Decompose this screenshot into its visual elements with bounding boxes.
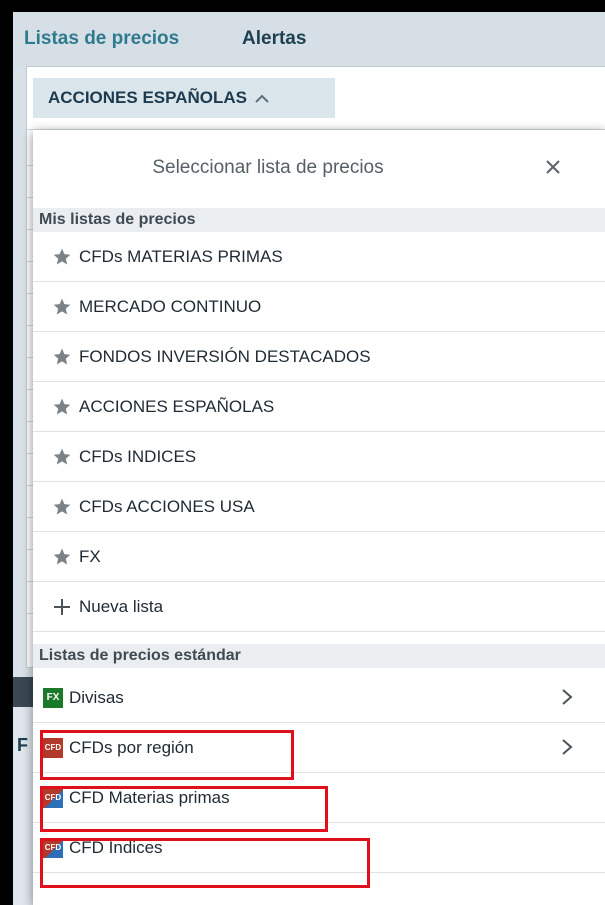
my-list-item[interactable]: ACCIONES ESPAÑOLAS — [33, 382, 605, 432]
my-list-item[interactable]: CFDs INDICES — [33, 432, 605, 482]
my-list-item[interactable]: CFDs ACCIONES USA — [33, 482, 605, 532]
price-list-selector[interactable]: ACCIONES ESPAÑOLAS — [33, 78, 335, 118]
cfd-commodities-icon: CFD — [43, 787, 63, 808]
my-list-label: FONDOS INVERSIÓN DESTACADOS — [79, 346, 371, 366]
standard-list-cfd-indices[interactable]: CFD CFD Índices — [33, 823, 605, 873]
my-list-label: CFDs ACCIONES USA — [79, 496, 255, 516]
popup-title: Seleccionar lista de precios — [152, 157, 384, 178]
standard-list-label: Divisas — [69, 687, 124, 707]
my-list-item[interactable]: FONDOS INVERSIÓN DESTACADOS — [33, 332, 605, 382]
select-price-list-popup: Seleccionar lista de precios Mis listas … — [33, 130, 605, 905]
standard-list-label: CFDs por región — [69, 737, 194, 757]
standard-list-cfd-commodities[interactable]: CFD CFD Materias primas — [33, 773, 605, 823]
close-icon — [546, 160, 560, 174]
selector-label: ACCIONES ESPAÑOLAS — [48, 88, 247, 107]
star-icon — [51, 296, 73, 318]
my-list-item[interactable]: MERCADO CONTINUO — [33, 282, 605, 332]
chevron-right-icon — [561, 688, 573, 711]
my-list-label: MERCADO CONTINUO — [79, 296, 262, 316]
popup-header: Seleccionar lista de precios — [33, 130, 605, 208]
standard-list-label: CFD Índices — [69, 837, 163, 857]
chevron-up-icon — [255, 90, 269, 106]
star-icon — [51, 346, 73, 368]
my-list-item[interactable]: CFDs MATERIAS PRIMAS — [33, 232, 605, 282]
tab-bar: Listas de precios Alertas — [13, 12, 605, 66]
star-icon — [51, 246, 73, 268]
close-button[interactable] — [538, 152, 568, 182]
tab-alerts[interactable]: Alertas — [242, 28, 306, 50]
star-icon — [51, 496, 73, 518]
chevron-right-icon — [561, 738, 573, 761]
standard-list-label: CFD Materias primas — [69, 787, 230, 807]
tab-price-lists[interactable]: Listas de precios — [24, 28, 179, 50]
plus-icon — [51, 596, 73, 618]
cfd-icon: CFD — [43, 737, 63, 758]
cfd-indices-icon: CFD — [43, 837, 63, 858]
my-list-label: CFDs INDICES — [79, 446, 197, 466]
my-list-item[interactable]: FX — [33, 532, 605, 582]
star-icon — [51, 546, 73, 568]
standard-list-divisas[interactable]: FX Divisas — [33, 673, 605, 723]
new-list-button[interactable]: Nueva lista — [33, 582, 605, 632]
my-lists-section-header: Mis listas de precios — [33, 208, 605, 232]
lower-panel-side: F — [13, 707, 33, 905]
star-icon — [51, 396, 73, 418]
standard-list-cfds-region[interactable]: CFD CFDs por región — [33, 723, 605, 773]
fx-icon: FX — [43, 687, 63, 708]
lower-panel-title: F — [17, 735, 28, 755]
new-list-label: Nueva lista — [79, 596, 164, 616]
my-list-label: ACCIONES ESPAÑOLAS — [79, 396, 275, 416]
my-list-label: FX — [79, 546, 101, 566]
standard-lists-section-header: Listas de precios estándar — [33, 644, 605, 668]
my-list-label: CFDs MATERIAS PRIMAS — [79, 246, 283, 266]
star-icon — [51, 446, 73, 468]
